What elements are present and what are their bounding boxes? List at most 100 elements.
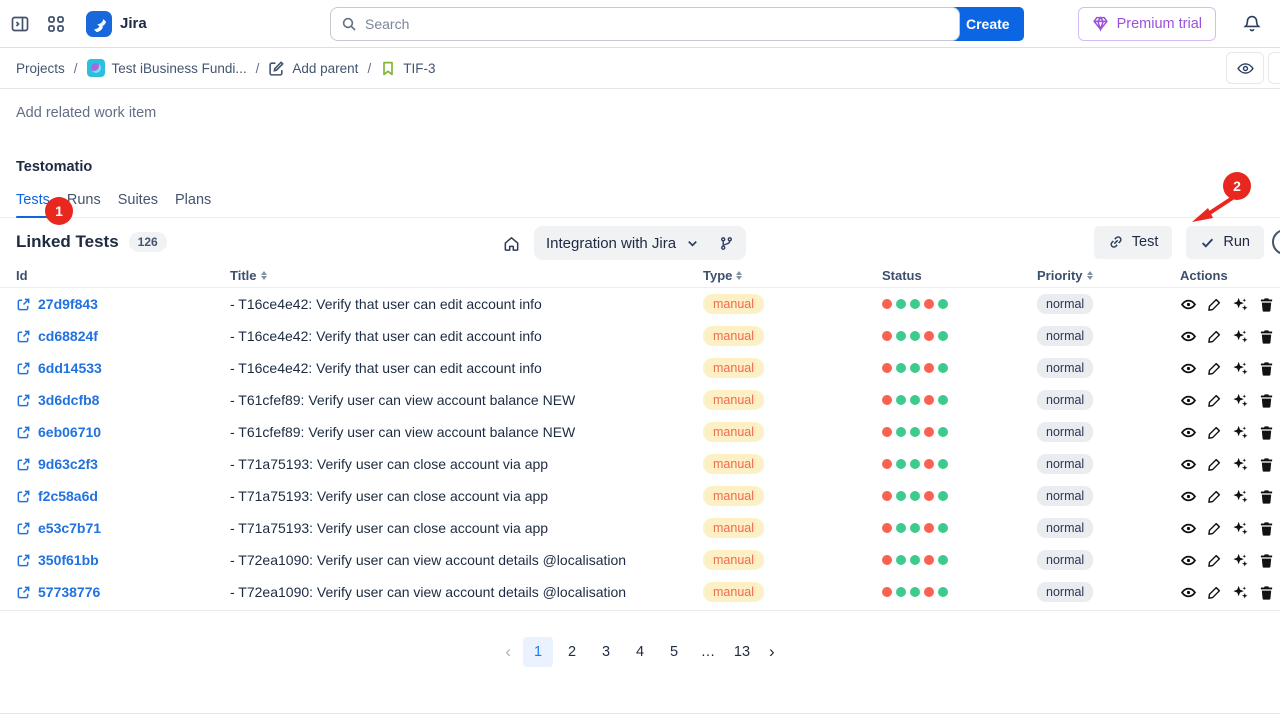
test-title: - T71a75193: Verify user can close accou… (230, 488, 703, 504)
edit-pencil-icon[interactable] (1206, 328, 1223, 345)
test-id-link[interactable]: 3d6dcfb8 (16, 392, 230, 408)
ai-sparkles-icon[interactable] (1232, 392, 1249, 409)
more-actions-button[interactable] (1268, 52, 1280, 84)
tab-suites[interactable]: Suites (118, 192, 158, 217)
delete-trash-icon[interactable] (1258, 392, 1275, 409)
delete-trash-icon[interactable] (1258, 456, 1275, 473)
edit-pencil-icon[interactable] (1206, 392, 1223, 409)
test-id-link[interactable]: 6eb06710 (16, 424, 230, 440)
edit-pencil-icon[interactable] (1206, 584, 1223, 601)
suite-filter-label: Integration with Jira (546, 235, 676, 252)
status-dot-coral (882, 523, 892, 533)
col-header-title[interactable]: Title (230, 268, 703, 283)
view-eye-icon[interactable] (1180, 328, 1197, 345)
test-id-link[interactable]: 9d63c2f3 (16, 456, 230, 472)
delete-trash-icon[interactable] (1258, 584, 1275, 601)
global-search[interactable] (330, 7, 960, 41)
edit-pencil-icon[interactable] (1206, 456, 1223, 473)
notifications-bell-icon[interactable] (1236, 8, 1268, 40)
priority-badge: normal (1037, 326, 1093, 346)
ai-sparkles-icon[interactable] (1232, 488, 1249, 505)
add-parent-button[interactable]: Add parent (268, 60, 358, 77)
test-title: - T16ce4e42: Verify that user can edit a… (230, 360, 703, 376)
view-eye-icon[interactable] (1180, 456, 1197, 473)
ai-sparkles-icon[interactable] (1232, 328, 1249, 345)
test-id-link[interactable]: 350f61bb (16, 552, 230, 568)
link-test-button[interactable]: Test (1094, 226, 1173, 259)
tab-runs[interactable]: Runs (67, 192, 101, 217)
edit-pencil-icon[interactable] (1206, 520, 1223, 537)
delete-trash-icon[interactable] (1258, 520, 1275, 537)
pagination-next-icon[interactable]: › (761, 642, 783, 662)
run-button[interactable]: Run (1186, 226, 1264, 259)
status-dot-green (938, 459, 948, 469)
edit-pencil-icon[interactable] (1206, 296, 1223, 313)
branch-icon[interactable] (719, 236, 734, 251)
delete-trash-icon[interactable] (1258, 552, 1275, 569)
delete-trash-icon[interactable] (1258, 328, 1275, 345)
test-id-link[interactable]: 27d9f843 (16, 296, 230, 312)
home-icon[interactable] (498, 230, 524, 256)
test-id-link[interactable]: f2c58a6d (16, 488, 230, 504)
ai-sparkles-icon[interactable] (1232, 552, 1249, 569)
search-input[interactable] (365, 16, 949, 32)
project-avatar (87, 59, 105, 77)
app-switcher-icon[interactable] (40, 8, 72, 40)
pagination-page-1[interactable]: 1 (523, 637, 553, 667)
pagination-page-3[interactable]: 3 (591, 637, 621, 667)
view-eye-icon[interactable] (1180, 584, 1197, 601)
view-eye-icon[interactable] (1180, 360, 1197, 377)
breadcrumb-project[interactable]: Test iBusiness Fundi... (87, 59, 247, 77)
ai-sparkles-icon[interactable] (1232, 360, 1249, 377)
search-icon (341, 16, 357, 32)
suite-filter-dropdown[interactable]: Integration with Jira (534, 226, 746, 260)
sidebar-toggle-icon[interactable] (4, 8, 36, 40)
pagination-page-13[interactable]: 13 (727, 637, 757, 667)
col-header-priority-label: Priority (1037, 268, 1083, 283)
breadcrumb-issue[interactable]: TIF-3 (380, 60, 435, 76)
view-eye-icon[interactable] (1180, 296, 1197, 313)
edit-pencil-icon[interactable] (1206, 552, 1223, 569)
ai-sparkles-icon[interactable] (1232, 584, 1249, 601)
view-eye-icon[interactable] (1180, 520, 1197, 537)
row-actions (1180, 328, 1280, 345)
delete-trash-icon[interactable] (1258, 360, 1275, 377)
add-related-work-item[interactable]: Add related work item (0, 89, 1280, 121)
premium-trial-button[interactable]: Premium trial (1078, 7, 1216, 41)
edit-pencil-icon[interactable] (1206, 488, 1223, 505)
test-id-link[interactable]: cd68824f (16, 328, 230, 344)
test-id-link[interactable]: e53c7b71 (16, 520, 230, 536)
ai-sparkles-icon[interactable] (1232, 520, 1249, 537)
view-eye-icon[interactable] (1180, 488, 1197, 505)
col-header-priority[interactable]: Priority (1037, 268, 1180, 283)
ai-sparkles-icon[interactable] (1232, 456, 1249, 473)
pagination-page-4[interactable]: 4 (625, 637, 655, 667)
test-id: 57738776 (38, 584, 100, 600)
view-eye-icon[interactable] (1180, 392, 1197, 409)
test-id-link[interactable]: 6dd14533 (16, 360, 230, 376)
pagination-prev-icon[interactable]: ‹ (497, 642, 519, 662)
ai-sparkles-icon[interactable] (1232, 296, 1249, 313)
view-eye-icon[interactable] (1180, 552, 1197, 569)
view-eye-icon[interactable] (1180, 424, 1197, 441)
jira-logo[interactable]: Jira (86, 11, 147, 37)
delete-trash-icon[interactable] (1258, 296, 1275, 313)
status-dot-green (896, 427, 906, 437)
col-header-id[interactable]: Id (16, 268, 230, 283)
edit-pencil-icon[interactable] (1206, 424, 1223, 441)
pagination-page-5[interactable]: 5 (659, 637, 689, 667)
type-cell: manual (703, 582, 882, 602)
pagination-ellipsis: … (693, 637, 723, 667)
ai-sparkles-icon[interactable] (1232, 424, 1249, 441)
breadcrumb-projects[interactable]: Projects (16, 61, 65, 76)
status-dot-green (896, 395, 906, 405)
col-header-type[interactable]: Type (703, 268, 882, 283)
edit-pencil-icon[interactable] (1206, 360, 1223, 377)
pagination-page-2[interactable]: 2 (557, 637, 587, 667)
test-id-link[interactable]: 57738776 (16, 584, 230, 600)
watch-eye-icon[interactable] (1226, 52, 1264, 84)
delete-trash-icon[interactable] (1258, 424, 1275, 441)
tab-plans[interactable]: Plans (175, 192, 211, 217)
tab-tests[interactable]: Tests (16, 192, 50, 217)
delete-trash-icon[interactable] (1258, 488, 1275, 505)
